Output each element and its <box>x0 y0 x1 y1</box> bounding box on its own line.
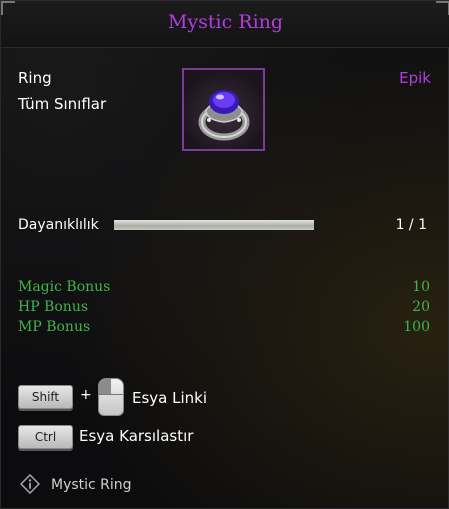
bonus-value: 20 <box>412 299 430 315</box>
bonus-value: 10 <box>412 279 430 295</box>
durability-bar-fill <box>114 220 314 230</box>
bonus-name: HP Bonus <box>18 299 89 315</box>
bonus-row-mp: MP Bonus 100 <box>18 319 430 339</box>
item-title: Mystic Ring <box>167 11 284 33</box>
item-tooltip: Mystic Ring Ring Tüm Sınıflar Epik Dayan… <box>0 0 449 509</box>
durability-value: 1 / 1 <box>395 217 427 233</box>
mouse-left-click-icon <box>98 378 124 416</box>
item-rarity: Epik <box>399 69 431 87</box>
info-icon <box>20 474 40 494</box>
bonus-name: MP Bonus <box>18 319 91 335</box>
plus-sign: + <box>80 387 92 403</box>
bonus-row-hp: HP Bonus 20 <box>18 299 430 319</box>
bonus-name: Magic Bonus <box>18 279 111 295</box>
bonus-value: 100 <box>403 319 430 335</box>
link-action-label: Esya Linki <box>132 389 208 407</box>
ring-icon <box>198 90 250 141</box>
item-icon-frame <box>182 68 265 151</box>
item-class: Tüm Sınıflar <box>18 95 107 113</box>
footer-item-name: Mystic Ring <box>51 477 132 493</box>
bonus-row-magic: Magic Bonus 10 <box>18 279 430 299</box>
compare-action-label: Esya Karsılastır <box>79 427 194 445</box>
shift-key: Shift <box>18 385 73 409</box>
durability-bar <box>114 220 314 230</box>
item-type: Ring <box>18 69 52 87</box>
ctrl-key: Ctrl <box>18 425 73 449</box>
tooltip-header: Mystic Ring <box>1 1 449 48</box>
durability-label: Dayanıklılık <box>18 217 99 233</box>
